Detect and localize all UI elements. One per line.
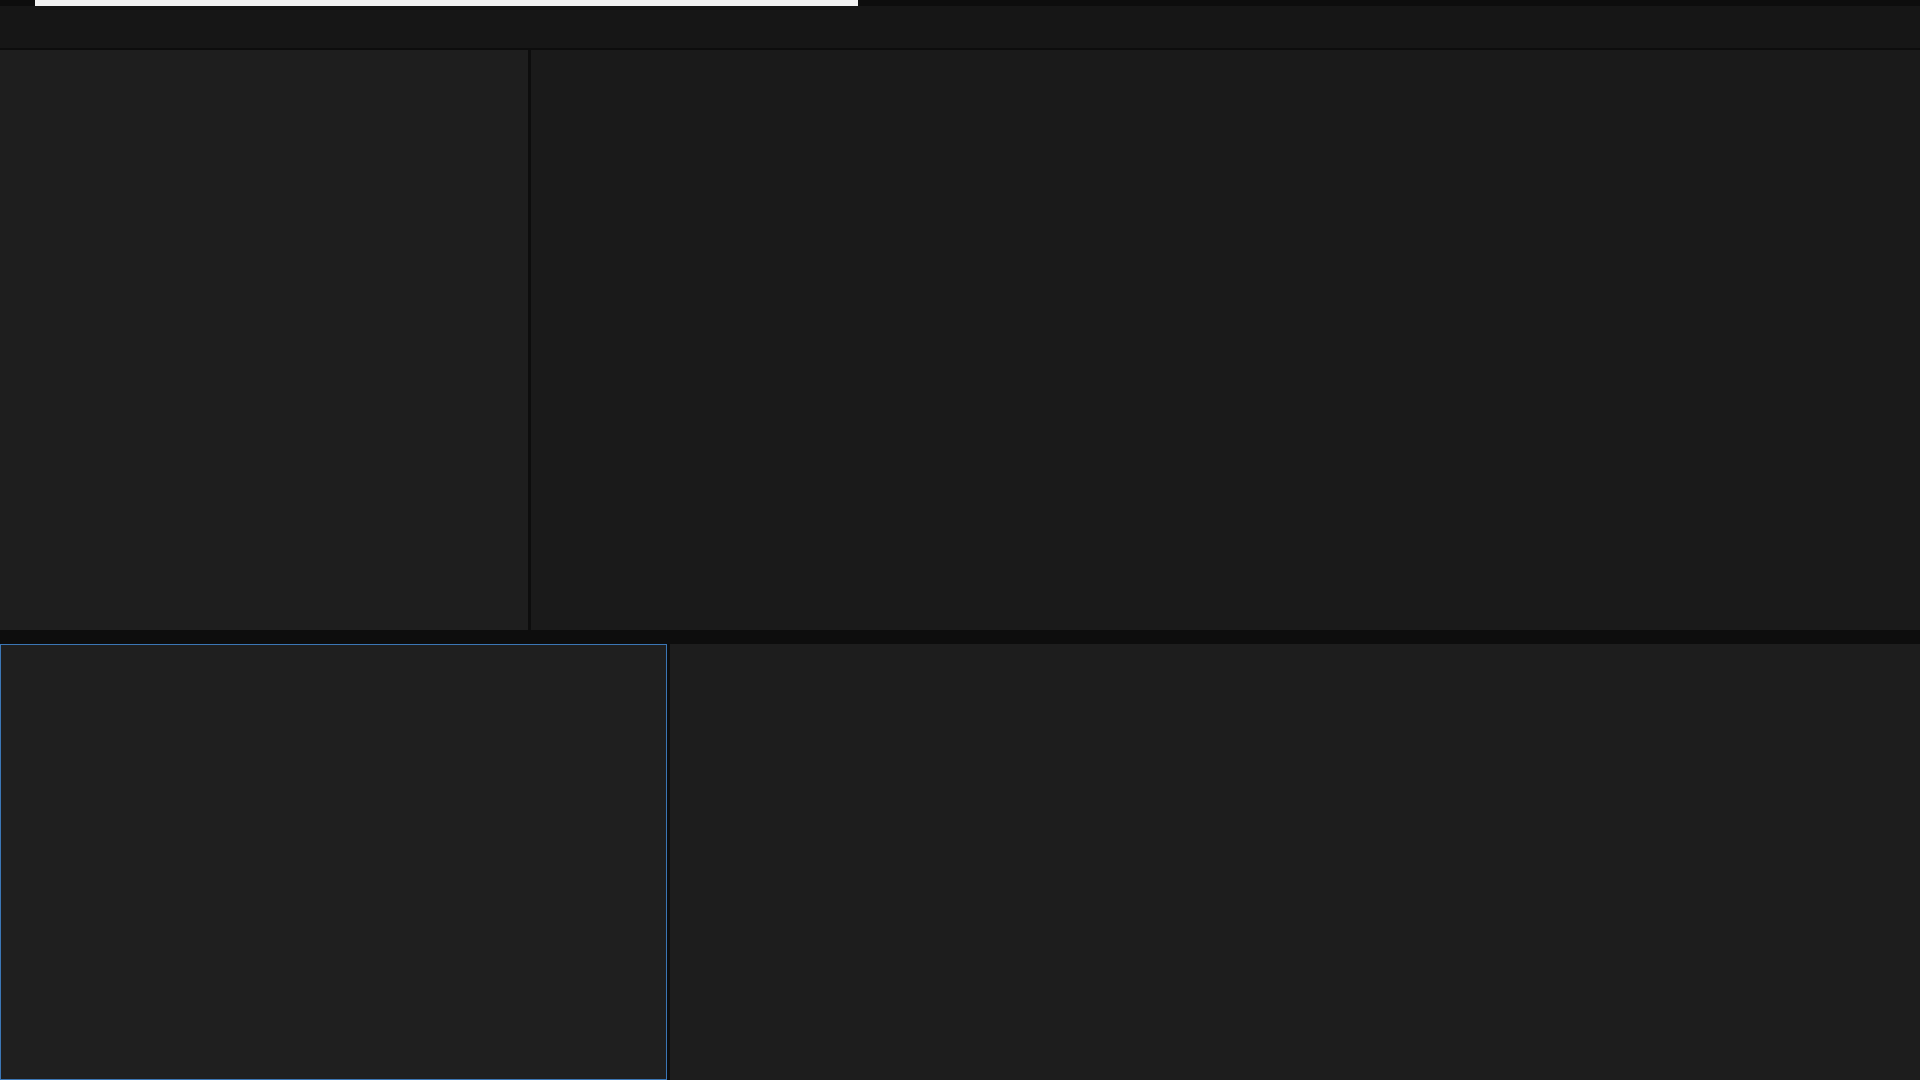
premiere-window: [0, 0, 1920, 1080]
effects-browser-panel: [0, 644, 667, 1080]
timeline-panel: [670, 644, 1920, 1080]
workspace-bar: [0, 6, 1920, 48]
effect-controls-panel: [0, 50, 528, 630]
program-monitor-panel: [531, 50, 1920, 630]
